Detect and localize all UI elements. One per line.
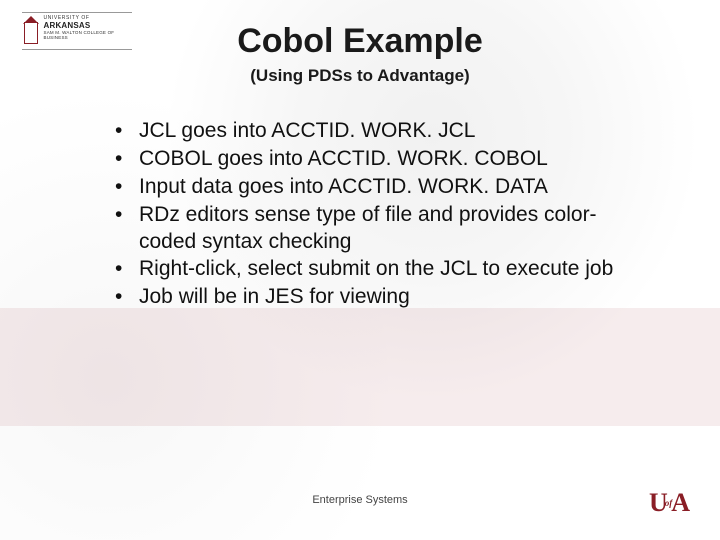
bullet-text: RDz editors sense type of file and provi…	[139, 203, 597, 253]
list-item: COBOL goes into ACCTID. WORK. COBOL	[115, 146, 650, 173]
bullet-text: Right-click, select submit on the JCL to…	[139, 257, 613, 280]
footer-text: Enterprise Systems	[0, 494, 720, 506]
list-item: Input data goes into ACCTID. WORK. DATA	[115, 174, 650, 201]
list-item: RDz editors sense type of file and provi…	[115, 202, 650, 256]
slide-title: Cobol Example	[0, 22, 720, 61]
bullet-text: Input data goes into ACCTID. WORK. DATA	[139, 175, 548, 198]
ua-logo-a: A	[671, 488, 688, 517]
slide-subtitle: (Using PDSs to Advantage)	[0, 66, 720, 86]
list-item: Job will be in JES for viewing	[115, 284, 650, 311]
bullet-text: COBOL goes into ACCTID. WORK. COBOL	[139, 147, 548, 170]
list-item: Right-click, select submit on the JCL to…	[115, 256, 650, 283]
ua-logo-of: of	[665, 498, 673, 508]
bullet-list: JCL goes into ACCTID. WORK. JCL COBOL go…	[115, 118, 650, 312]
ua-logo-u: U	[649, 488, 666, 517]
logo-rule-top	[22, 12, 132, 13]
slide: UNIVERSITY OF ARKANSAS SAM M. WALTON COL…	[0, 0, 720, 540]
ua-monogram-logo: UofA	[649, 488, 688, 518]
list-item: JCL goes into ACCTID. WORK. JCL	[115, 118, 650, 145]
bullet-text: JCL goes into ACCTID. WORK. JCL	[139, 119, 475, 142]
bullet-text: Job will be in JES for viewing	[139, 285, 410, 308]
